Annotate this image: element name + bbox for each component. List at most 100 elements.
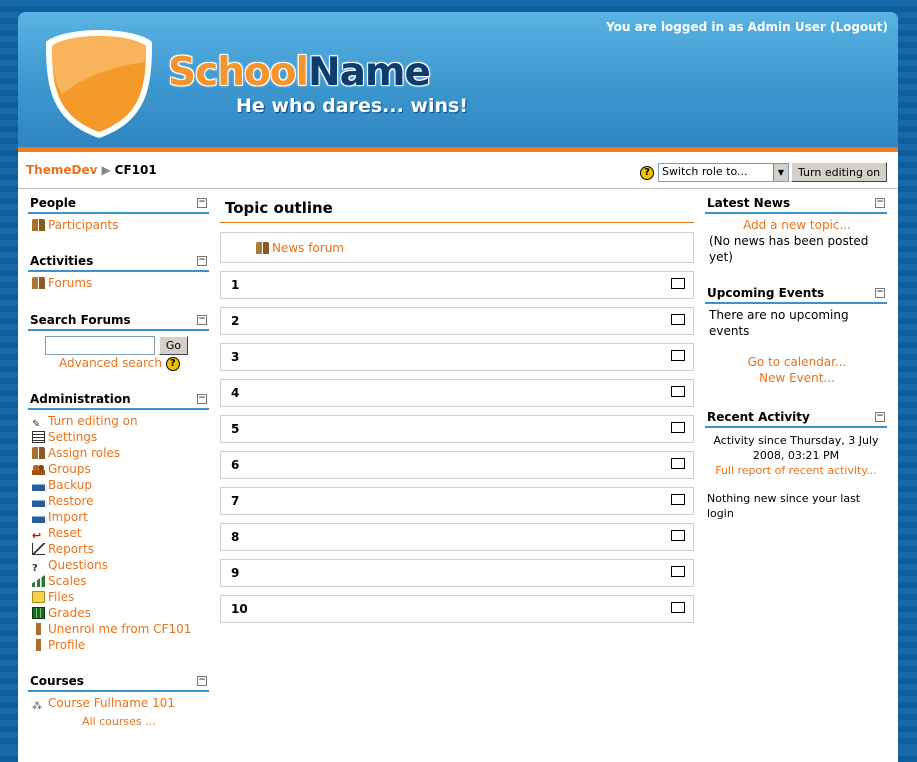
collapse-icon[interactable]: − (197, 198, 207, 208)
dropdown-arrow-icon: ▼ (773, 164, 788, 181)
backup-icon (32, 479, 45, 491)
participants-item[interactable]: Participants (32, 217, 209, 233)
admin-link[interactable]: Unenrol me from CF101 (48, 622, 191, 636)
advanced-search-link[interactable]: Advanced search (59, 356, 162, 370)
groups-icon (32, 463, 45, 475)
admin-item-files[interactable]: Files (32, 589, 209, 605)
admin-link[interactable]: Scales (48, 574, 87, 588)
admin-link[interactable]: Settings (48, 430, 97, 444)
upcoming-events-title: Upcoming Events (707, 286, 825, 300)
admin-item-reset[interactable]: ↩ Reset (32, 525, 209, 542)
forum-icon (256, 242, 269, 254)
show-only-section-icon[interactable] (671, 494, 685, 505)
turn-editing-on-button[interactable]: Turn editing on (791, 162, 888, 182)
news-forum-link[interactable]: News forum (272, 241, 344, 255)
admin-item-unenrol[interactable]: Unenrol me from CF101 (32, 621, 209, 637)
login-user-link[interactable]: Admin User (748, 20, 826, 34)
admin-link[interactable]: Files (48, 590, 74, 604)
admin-item-backup[interactable]: Backup (32, 477, 209, 493)
show-only-section-icon[interactable] (671, 566, 685, 577)
new-event-link[interactable]: New Event... (759, 371, 835, 385)
show-only-section-icon[interactable] (671, 422, 685, 433)
search-forums-block: Search Forums − Go Advanced search ? (28, 310, 209, 371)
admin-item-turn-editing[interactable]: ✎ Turn editing on (32, 413, 209, 430)
breadcrumb: ThemeDev ▶ CF101 (26, 163, 157, 177)
site-tagline: He who dares... wins! (236, 95, 468, 117)
show-only-section-icon[interactable] (671, 350, 685, 361)
collapse-icon[interactable]: − (875, 288, 885, 298)
participants-link[interactable]: Participants (48, 218, 119, 232)
admin-item-groups[interactable]: Groups (32, 461, 209, 477)
course-item[interactable]: ⁂ Course Fullname 101 (32, 695, 209, 712)
admin-link[interactable]: Reset (48, 526, 82, 540)
admin-item-questions[interactable]: ? Questions (32, 557, 209, 574)
show-only-section-icon[interactable] (671, 278, 685, 289)
switch-role-select[interactable]: Switch role to... ▼ (658, 163, 789, 182)
course-section: 7 (220, 487, 694, 515)
advanced-search-row: Advanced search ? (28, 355, 209, 371)
activities-list: Forums (28, 272, 209, 291)
forums-link[interactable]: Forums (48, 276, 92, 290)
admin-link[interactable]: Backup (48, 478, 92, 492)
section-number: 7 (231, 494, 240, 508)
import-icon (32, 511, 45, 523)
admin-item-reports[interactable]: Reports (32, 541, 209, 557)
course-link[interactable]: Course Fullname 101 (48, 696, 175, 710)
go-button[interactable]: Go (158, 336, 189, 355)
sections-list: 1 2 3 4 5 6 7 8 9 10 (220, 271, 694, 623)
breadcrumb-root-link[interactable]: ThemeDev (26, 163, 97, 177)
news-forum-row[interactable]: News forum (256, 241, 344, 255)
search-forums-input[interactable] (45, 336, 155, 355)
latest-news-title: Latest News (707, 196, 791, 210)
upcoming-events-header: Upcoming Events − (705, 283, 887, 304)
admin-link[interactable]: Profile (48, 638, 85, 652)
admin-item-profile[interactable]: Profile (32, 637, 209, 653)
course-section: 8 (220, 523, 694, 551)
help-icon[interactable]: ? (165, 356, 180, 371)
admin-link[interactable]: Restore (48, 494, 94, 508)
admin-item-assign-roles[interactable]: Assign roles (32, 445, 209, 461)
admin-item-scales[interactable]: Scales (32, 573, 209, 589)
breadcrumb-separator-icon: ▶ (101, 163, 111, 177)
show-only-section-icon[interactable] (671, 314, 685, 325)
admin-item-settings[interactable]: Settings (32, 429, 209, 445)
collapse-icon[interactable]: − (197, 256, 207, 266)
collapse-icon[interactable]: − (875, 412, 885, 422)
admin-link[interactable]: Assign roles (48, 446, 120, 460)
collapse-icon[interactable]: − (197, 394, 207, 404)
section-number: 5 (231, 422, 240, 436)
grades-icon (32, 607, 45, 619)
nothing-new-text: Nothing new since your last login (707, 492, 861, 520)
all-courses-link[interactable]: All courses ... (82, 715, 156, 728)
administration-block: Administration − ✎ Turn editing on Settin… (28, 389, 209, 653)
admin-link[interactable]: Groups (48, 462, 91, 476)
admin-link[interactable]: Reports (48, 542, 94, 556)
show-only-section-icon[interactable] (671, 458, 685, 469)
activity-since-text: Activity since Thursday, 3 July 2008, 03… (713, 434, 879, 462)
search-forums-header: Search Forums − (28, 310, 209, 331)
admin-item-import[interactable]: Import (32, 509, 209, 525)
show-only-section-icon[interactable] (671, 530, 685, 541)
logout-link[interactable]: (Logout) (830, 20, 888, 34)
show-only-section-icon[interactable] (671, 386, 685, 397)
show-only-section-icon[interactable] (671, 602, 685, 613)
section-number: 8 (231, 530, 240, 544)
collapse-icon[interactable]: − (875, 198, 885, 208)
admin-item-restore[interactable]: Restore (32, 493, 209, 509)
restore-icon (32, 495, 45, 507)
collapse-icon[interactable]: − (197, 315, 207, 325)
upcoming-events-block: Upcoming Events − There are no upcoming … (705, 283, 887, 386)
help-icon[interactable]: ? (640, 166, 654, 180)
no-events-text: There are no upcoming events (709, 308, 849, 338)
admin-link[interactable]: Import (48, 510, 88, 524)
admin-item-grades[interactable]: Grades (32, 605, 209, 621)
admin-link[interactable]: Grades (48, 606, 91, 620)
admin-link[interactable]: Turn editing on (48, 414, 138, 428)
add-new-topic-link[interactable]: Add a new topic... (743, 218, 851, 232)
admin-link[interactable]: Questions (48, 558, 108, 572)
forums-item[interactable]: Forums (32, 275, 209, 291)
people-block: People − Participants (28, 193, 209, 233)
go-to-calendar-link[interactable]: Go to calendar... (748, 355, 847, 369)
collapse-icon[interactable]: − (197, 676, 207, 686)
full-report-link[interactable]: Full report of recent activity... (715, 464, 877, 477)
